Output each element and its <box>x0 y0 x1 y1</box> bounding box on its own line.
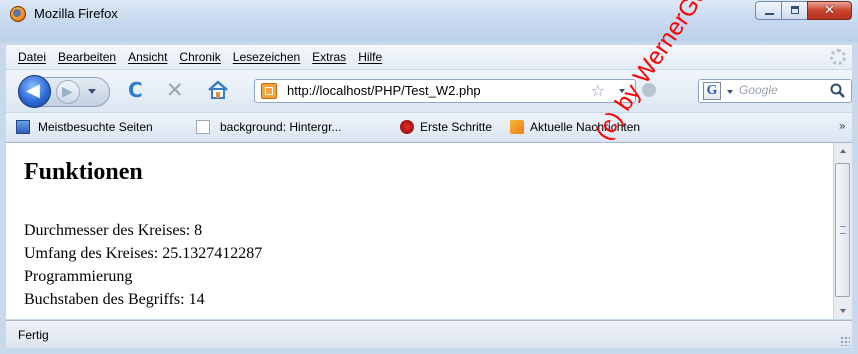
bookmark-erste-schritte[interactable]: Erste Schritte <box>420 120 492 134</box>
search-icon[interactable] <box>829 82 847 100</box>
menu-hilfe[interactable]: Hilfe <box>352 50 388 64</box>
menu-chronik[interactable]: Chronik <box>173 50 226 64</box>
window-title: Mozilla Firefox <box>34 6 118 21</box>
navigation-toolbar: ◀ ▶ C ✕ http://localhost/PHP/Test_W2.php… <box>6 70 852 112</box>
status-text: Fertig <box>18 328 49 342</box>
forward-arrow-icon: ▶ <box>62 84 73 100</box>
close-icon: ✕ <box>824 3 835 18</box>
minimize-icon <box>765 13 774 15</box>
close-button[interactable]: ✕ <box>807 1 852 20</box>
forward-button[interactable]: ▶ <box>56 80 80 104</box>
history-dropdown-icon[interactable] <box>88 89 96 94</box>
back-arrow-icon: ◀ <box>26 80 40 101</box>
address-bar[interactable]: http://localhost/PHP/Test_W2.php ☆ <box>254 79 636 103</box>
browser-window: Mozilla Firefox ✕ Datei Bearbeiten Ansic… <box>0 0 858 354</box>
diameter-line: Durchmesser des Kreises: 8 <box>24 222 203 239</box>
engine-dropdown-icon[interactable] <box>727 90 733 94</box>
firefox-icon <box>10 6 26 22</box>
site-favicon-icon <box>261 83 277 99</box>
page-content: Funktionen Durchmesser des Kreises: 8 Um… <box>6 143 833 319</box>
page-icon <box>196 120 210 134</box>
search-bar[interactable]: G Google <box>698 79 852 103</box>
scroll-up-arrow-icon[interactable] <box>840 149 846 153</box>
activity-throbber-icon <box>830 49 846 65</box>
minimize-button[interactable] <box>755 1 782 20</box>
maximize-icon <box>791 6 799 14</box>
vertical-scrollbar[interactable] <box>833 143 852 319</box>
rss-feed-icon <box>510 120 524 134</box>
letter-count-line: Buchstaben des Begriffs: 14 <box>24 291 205 308</box>
scrollbar-grip-icon <box>840 226 846 234</box>
home-icon <box>208 80 228 99</box>
result-lines: Durchmesser des Kreises: 8 Umfang des Kr… <box>24 219 262 311</box>
more-bookmarks-chevron-icon[interactable]: » <box>839 119 846 133</box>
word-line: Programmierung <box>24 268 133 285</box>
menu-datei[interactable]: Datei <box>6 50 52 64</box>
menu-lesezeichen[interactable]: Lesezeichen <box>227 50 306 64</box>
menu-ansicht[interactable]: Ansicht <box>122 50 173 64</box>
back-button[interactable]: ◀ <box>18 75 51 108</box>
page-heading: Funktionen <box>24 159 143 185</box>
bookmarks-toolbar: Meistbesuchte Seiten background: Hinterg… <box>6 113 852 143</box>
stop-button[interactable]: ✕ <box>166 78 184 102</box>
home-button[interactable] <box>206 79 230 101</box>
circumference-line: Umfang des Kreises: 25.1327412287 <box>24 245 263 262</box>
firefox-help-icon <box>400 120 414 134</box>
bookmark-star-icon[interactable]: ☆ <box>591 81 605 100</box>
scrollbar-thumb[interactable] <box>835 163 850 297</box>
bookmark-most-visited[interactable]: Meistbesuchte Seiten <box>38 120 153 134</box>
bookmark-background[interactable]: background: Hintergr... <box>220 120 341 134</box>
scroll-down-arrow-icon[interactable] <box>840 309 846 313</box>
google-engine-icon[interactable]: G <box>703 82 721 100</box>
menu-bearbeiten[interactable]: Bearbeiten <box>52 50 122 64</box>
search-input[interactable]: Google <box>739 83 778 97</box>
title-bar: Mozilla Firefox ✕ <box>0 0 858 42</box>
url-text[interactable]: http://localhost/PHP/Test_W2.php <box>287 83 481 98</box>
menu-extras[interactable]: Extras <box>306 50 352 64</box>
status-bar: Fertig <box>6 320 852 348</box>
resize-grip-icon[interactable] <box>840 336 850 346</box>
maximize-button[interactable] <box>781 1 808 20</box>
most-visited-icon <box>16 120 30 134</box>
reload-button[interactable]: C <box>128 78 143 102</box>
menu-bar: Datei Bearbeiten Ansicht Chronik Lesezei… <box>6 45 852 69</box>
window-controls: ✕ <box>755 1 852 21</box>
